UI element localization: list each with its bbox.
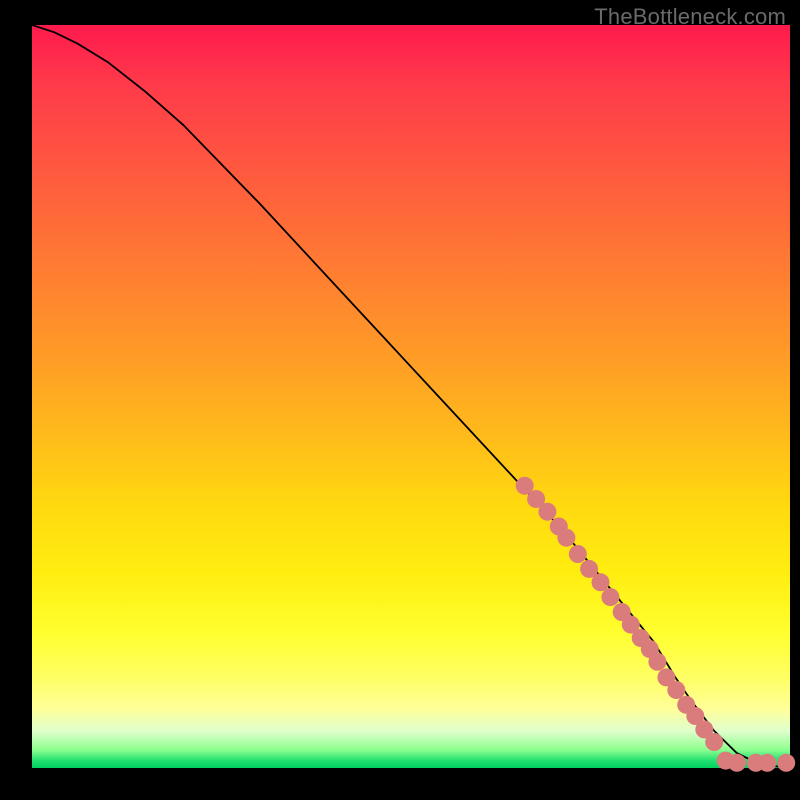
- data-point: [667, 681, 685, 699]
- data-point: [601, 588, 619, 606]
- data-point: [592, 573, 610, 591]
- curve-group: [32, 25, 790, 768]
- data-point: [557, 529, 575, 547]
- main-curve: [32, 25, 790, 768]
- data-point: [648, 653, 666, 671]
- data-point: [705, 733, 723, 751]
- data-point: [728, 754, 746, 772]
- data-point: [758, 754, 776, 772]
- points-group: [516, 477, 796, 772]
- chart-frame: TheBottleneck.com: [0, 0, 800, 800]
- data-point: [538, 503, 556, 521]
- curve-overlay: [32, 25, 790, 768]
- data-point: [777, 754, 795, 772]
- data-point: [569, 545, 587, 563]
